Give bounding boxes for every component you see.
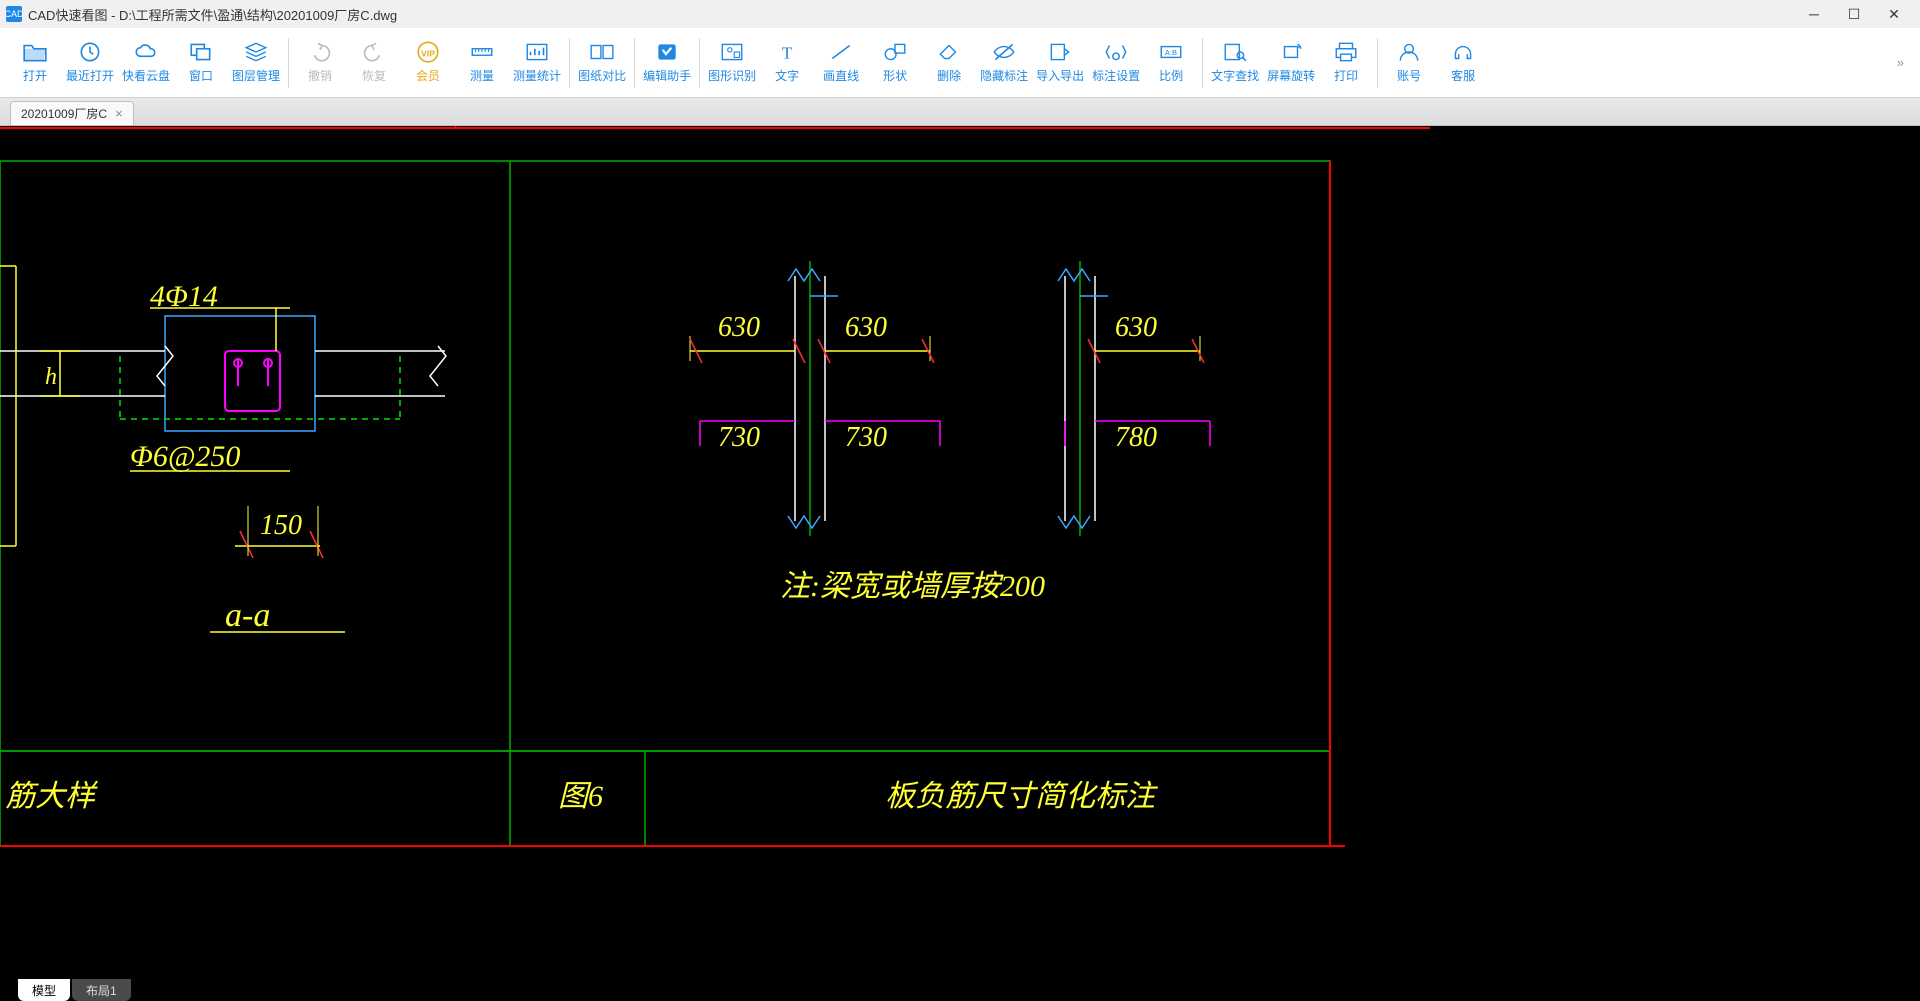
line-button[interactable]: 画直线: [814, 31, 868, 95]
minimize-button[interactable]: ─: [1794, 2, 1834, 26]
window-button[interactable]: 窗口: [174, 31, 228, 95]
scale-icon: A:B: [1158, 41, 1184, 63]
close-button[interactable]: ✕: [1874, 2, 1914, 26]
edit-helper-button[interactable]: 编辑助手: [639, 31, 695, 95]
print-icon: [1333, 41, 1359, 63]
close-tab-icon[interactable]: ×: [115, 106, 123, 121]
section-label: a-a: [225, 597, 270, 634]
drawing-note: 注:梁宽或墙厚按200: [780, 570, 1045, 603]
support-button[interactable]: 客服: [1436, 31, 1490, 95]
window-icon: [188, 41, 214, 63]
undo-button[interactable]: 撤销: [293, 31, 347, 95]
title-right: 板负筋尺寸简化标注: [885, 780, 1159, 813]
toolbar-separator: [1202, 38, 1203, 88]
toolbar-separator: [288, 38, 289, 88]
dim-label: 630: [1115, 312, 1157, 343]
find-text-button[interactable]: 文字查找: [1207, 31, 1263, 95]
text-button[interactable]: T 文字: [760, 31, 814, 95]
tab-model[interactable]: 模型: [18, 979, 70, 1001]
dim-label: 730: [718, 422, 760, 453]
folder-open-icon: [22, 41, 48, 63]
layout-tab-strip: 模型 布局1: [0, 977, 1920, 1001]
toolbar-separator: [634, 38, 635, 88]
shape-rec-button[interactable]: 图形识别: [704, 31, 760, 95]
user-icon: [1396, 41, 1422, 63]
document-tab[interactable]: 20201009厂房C ×: [10, 101, 134, 125]
search-icon: [1222, 41, 1248, 63]
measure-stats-button[interactable]: 测量统计: [509, 31, 565, 95]
undo-icon: [307, 41, 333, 63]
shape-icon: [882, 41, 908, 63]
hide-ann-button[interactable]: 隐藏标注: [976, 31, 1032, 95]
import-export-icon: [1047, 41, 1073, 63]
ann-settings-button[interactable]: 标注设置: [1088, 31, 1144, 95]
column-section-1: 630 630 730 730: [690, 261, 940, 536]
measure-button[interactable]: 测量: [455, 31, 509, 95]
dim-label: Φ6@250: [130, 440, 240, 473]
dim-label: 630: [718, 312, 760, 343]
toolbar-separator: [1377, 38, 1378, 88]
dim-label: h: [45, 364, 57, 390]
document-tab-strip: 20201009厂房C ×: [0, 98, 1920, 126]
compare-button[interactable]: 图纸对比: [574, 31, 630, 95]
edit-helper-icon: [654, 41, 680, 63]
toolbar-separator: [569, 38, 570, 88]
svg-text:T: T: [782, 44, 793, 63]
recent-button[interactable]: 最近打开: [62, 31, 118, 95]
eraser-icon: [936, 41, 962, 63]
app-title: CAD快速看图 - D:\工程所需文件\盈通\结构\20201009厂房C.dw…: [28, 5, 397, 24]
layers-icon: [243, 41, 269, 63]
document-tab-label: 20201009厂房C: [21, 105, 107, 122]
eye-off-icon: [991, 41, 1017, 63]
shape-rec-icon: [719, 41, 745, 63]
title-bar: CAD CAD快速看图 - D:\工程所需文件\盈通\结构\20201009厂房…: [0, 0, 1920, 28]
compare-icon: [589, 41, 615, 63]
figure-number: 图6: [558, 780, 603, 813]
tab-layout1[interactable]: 布局1: [72, 979, 131, 1001]
dim-label: 730: [845, 422, 887, 453]
toolbar-separator: [699, 38, 700, 88]
cloud-button[interactable]: 快看云盘: [118, 31, 174, 95]
delete-button[interactable]: 删除: [922, 31, 976, 95]
import-export-button[interactable]: 导入导出: [1032, 31, 1088, 95]
vip-icon: VIP: [415, 41, 441, 63]
open-button[interactable]: 打开: [8, 31, 62, 95]
maximize-button[interactable]: ☐: [1834, 2, 1874, 26]
shape-button[interactable]: 形状: [868, 31, 922, 95]
redo-button[interactable]: 恢复: [347, 31, 401, 95]
rotate-icon: [1278, 41, 1304, 63]
title-left: 筋大样: [5, 780, 99, 813]
stats-icon: [524, 41, 550, 63]
rotate-button[interactable]: 屏幕旋转: [1263, 31, 1319, 95]
account-button[interactable]: 账号: [1382, 31, 1436, 95]
ruler-icon: [469, 41, 495, 63]
dim-label: 150: [260, 510, 302, 541]
cad-drawing: 4Φ14 Φ6@250 h 150 a-a 6: [0, 126, 1920, 977]
cloud-icon: [133, 41, 159, 63]
toolbar-overflow[interactable]: »: [1889, 55, 1912, 70]
svg-text:A:B: A:B: [1165, 48, 1177, 57]
main-toolbar: 打开 最近打开 快看云盘 窗口 图层管理 撤销 恢复 VIP 会员 测量 测量统…: [0, 28, 1920, 98]
svg-text:VIP: VIP: [421, 48, 435, 58]
column-section-2: 630 780: [1058, 261, 1210, 536]
vip-button[interactable]: VIP 会员: [401, 31, 455, 95]
ann-settings-icon: [1103, 41, 1129, 63]
line-icon: [828, 41, 854, 63]
cad-canvas[interactable]: 4Φ14 Φ6@250 h 150 a-a 6: [0, 126, 1920, 977]
clock-icon: [77, 41, 103, 63]
scale-button[interactable]: A:B 比例: [1144, 31, 1198, 95]
redo-icon: [361, 41, 387, 63]
text-icon: T: [774, 41, 800, 63]
dim-label: 630: [845, 312, 887, 343]
print-button[interactable]: 打印: [1319, 31, 1373, 95]
app-icon: CAD: [6, 6, 22, 22]
dim-label: 780: [1115, 422, 1157, 453]
layers-button[interactable]: 图层管理: [228, 31, 284, 95]
headset-icon: [1450, 41, 1476, 63]
